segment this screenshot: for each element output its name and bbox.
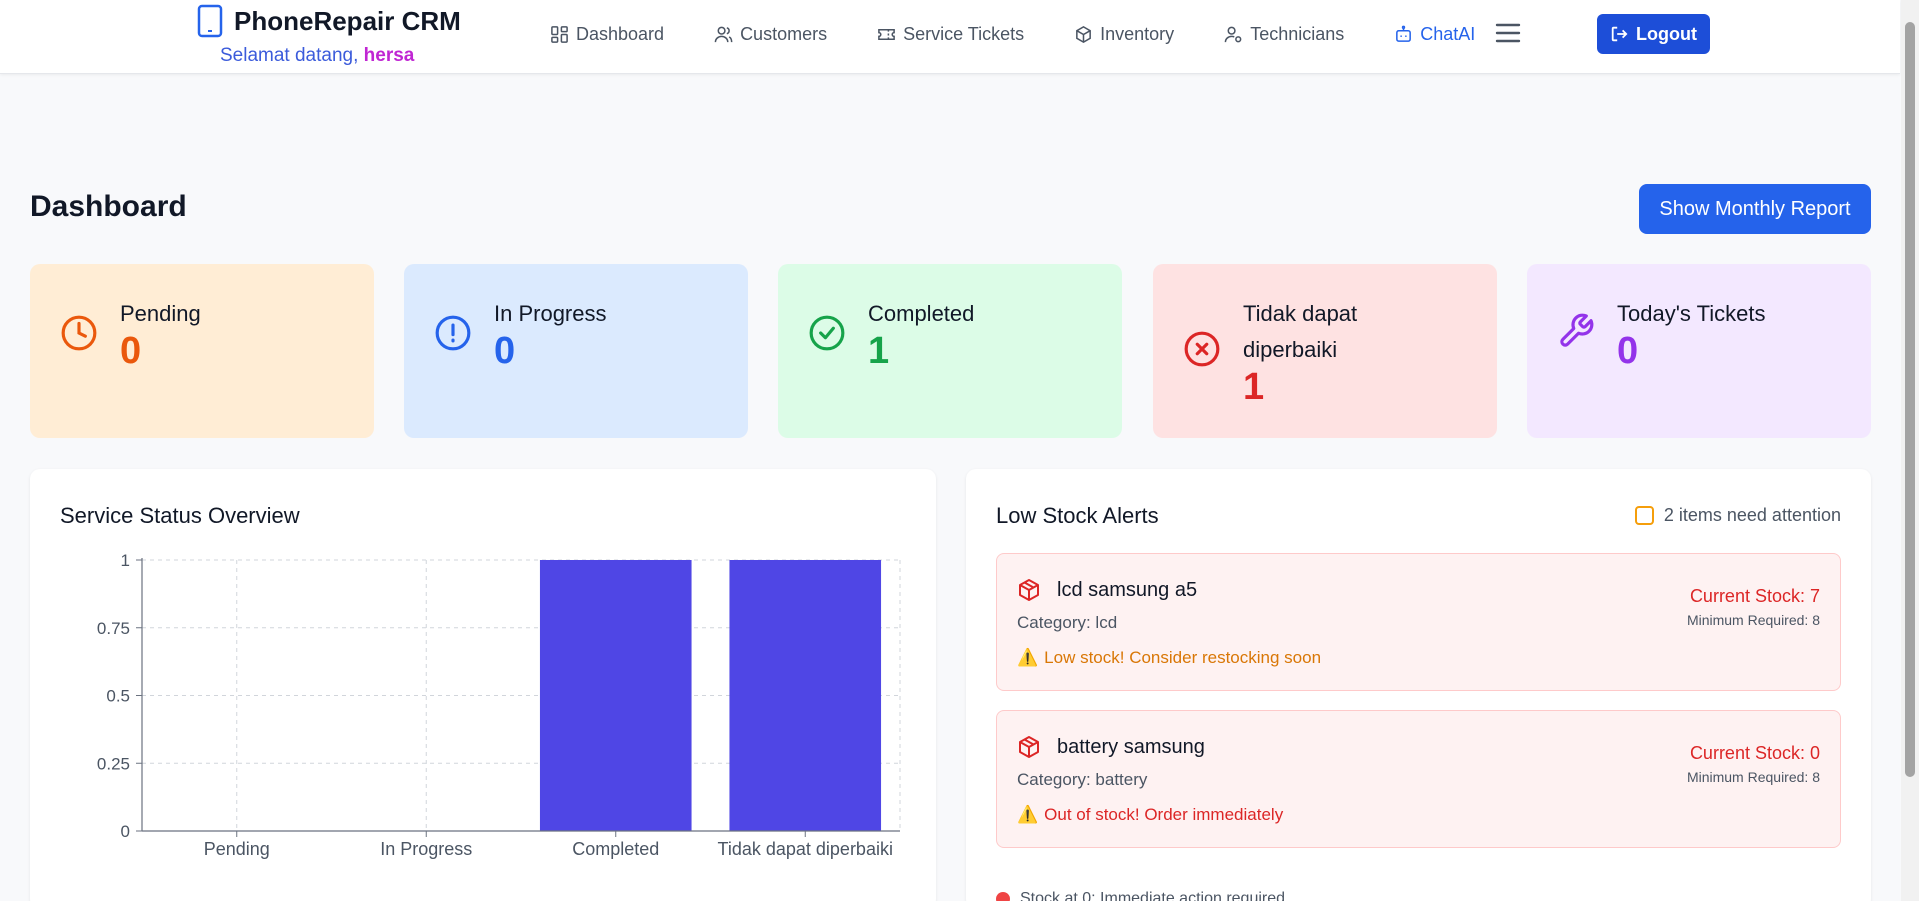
- current-stock: Current Stock: 0: [1689, 743, 1820, 763]
- user-gear-icon: [1224, 26, 1242, 43]
- panel-title: Low Stock Alerts: [996, 503, 1159, 528]
- current-stock: Current Stock: 7: [1689, 586, 1820, 606]
- low-stock-panel: Low Stock Alerts 2 items need attention …: [966, 469, 1871, 901]
- x-tick-label: Pending: [204, 839, 270, 859]
- item-name: lcd samsung a5: [1057, 579, 1198, 601]
- stock-legend-text: Stock at 0: Immediate action required: [1020, 890, 1286, 901]
- y-tick-label: 0.25: [97, 754, 130, 773]
- welcome-prefix: Selamat datang,: [220, 45, 359, 66]
- nav-dashboard[interactable]: Dashboard: [550, 24, 664, 45]
- warning-box-icon: [1634, 506, 1654, 525]
- package-icon: [1076, 26, 1092, 43]
- stat-card-pending: Pending 0: [30, 264, 374, 438]
- y-tick-label: 0: [121, 822, 130, 841]
- chart-bar: [729, 560, 882, 831]
- top-navbar: PhoneRepair CRM Selamat datang, hersa Da…: [0, 0, 1900, 74]
- attention-indicator: 2 items need attention: [1634, 505, 1841, 526]
- y-tick-label: 0.5: [106, 687, 130, 706]
- stock-legend: Stock at 0: Immediate action required: [996, 890, 1285, 901]
- nav-customers-label: Customers: [740, 24, 828, 44]
- logout-icon: [1611, 26, 1628, 42]
- nav-inventory-label: Inventory: [1100, 24, 1175, 44]
- nav-inventory[interactable]: Inventory: [1074, 24, 1174, 45]
- stat-card-in-progress: In Progress 0: [404, 264, 748, 438]
- y-tick-label: 0.75: [97, 619, 130, 638]
- clock-icon: [61, 315, 97, 351]
- scrollbar-thumb[interactable]: [1905, 22, 1915, 777]
- show-monthly-report-button[interactable]: Show Monthly Report: [1639, 184, 1871, 234]
- username: hersa: [363, 45, 415, 66]
- nav-chatai-label: ChatAI: [1420, 24, 1476, 44]
- stat-card-tidak-dapat-diperbaiki: Tidak dapat diperbaiki 1: [1153, 264, 1497, 438]
- nav-chatai[interactable]: ChatAI: [1394, 24, 1475, 45]
- package-icon: [1019, 579, 1039, 601]
- logout-button[interactable]: Logout: [1597, 14, 1710, 54]
- item-warning-text: Low stock! Consider restocking soon: [1044, 648, 1322, 667]
- item-warning: ⚠️ Low stock! Consider restocking soon: [1017, 648, 1321, 668]
- y-tick-label: 1: [121, 551, 130, 570]
- service-status-panel: Service Status Overview 0 0.25 0.5 0.75 1 Pen…: [30, 469, 936, 901]
- stat-label: Pending: [120, 301, 201, 326]
- item-category: Category: lcd: [1017, 613, 1118, 632]
- stat-value: 1: [1243, 366, 1265, 408]
- item-warning-text: Out of stock! Order immediately: [1044, 805, 1284, 824]
- hamburger-menu-icon[interactable]: [1495, 22, 1521, 44]
- service-status-chart: 0 0.25 0.5 0.75 1 Pending In Progress Completed…: [97, 551, 901, 859]
- dashboard-grid-icon: [551, 26, 568, 43]
- warning-icon: ⚠️: [1017, 805, 1039, 824]
- item-name: battery samsung: [1057, 736, 1205, 758]
- x-tick-label: Tidak dapat diperbaiki: [718, 839, 893, 859]
- vertical-scrollbar[interactable]: [1901, 0, 1919, 901]
- chart-bar: [539, 560, 692, 831]
- nav-service-tickets[interactable]: Service Tickets: [877, 24, 1024, 45]
- nav-technicians[interactable]: Technicians: [1224, 24, 1344, 45]
- stat-label: Today's Tickets: [1617, 301, 1766, 326]
- nav-dashboard-label: Dashboard: [576, 24, 665, 44]
- warning-icon: ⚠️: [1017, 648, 1039, 667]
- x-tick-label: In Progress: [380, 839, 472, 859]
- stock-alert-item[interactable]: battery samsung Category: battery ⚠️ Out…: [996, 710, 1841, 848]
- red-dot-icon: [996, 892, 1010, 901]
- bot-icon: [1396, 25, 1412, 42]
- item-warning: ⚠️ Out of stock! Order immediately: [1017, 805, 1283, 825]
- stat-value: 0: [120, 330, 142, 372]
- attention-text: 2 items need attention: [1663, 505, 1841, 525]
- stat-value: 1: [868, 330, 890, 372]
- app-name: PhoneRepair CRM: [234, 5, 461, 36]
- stat-label: In Progress: [494, 301, 607, 326]
- page-title: Dashboard: [30, 190, 187, 223]
- stat-label: Tidak dapat diperbaiki: [1243, 301, 1358, 362]
- stat-value: 0: [494, 330, 516, 372]
- stock-alert-item[interactable]: lcd samsung a5 Category: lcd ⚠️ Low stoc…: [996, 553, 1841, 691]
- check-circle-icon: [809, 315, 845, 351]
- stat-card-todays-tickets: Today's Tickets 0: [1527, 264, 1871, 438]
- brand[interactable]: PhoneRepair CRM: [196, 4, 461, 38]
- alert-circle-icon: [435, 315, 471, 351]
- nav-service-tickets-label: Service Tickets: [903, 24, 1025, 44]
- phone-icon: [197, 4, 223, 38]
- x-tick-label: Completed: [572, 839, 659, 859]
- nav-technicians-label: Technicians: [1250, 24, 1345, 44]
- minimum-required: Minimum Required: 8: [1686, 612, 1820, 628]
- users-icon: [714, 26, 733, 43]
- stat-value: 0: [1617, 330, 1639, 372]
- logout-label: Logout: [1636, 23, 1697, 44]
- nav-customers[interactable]: Customers: [714, 24, 827, 45]
- item-category: Category: battery: [1017, 770, 1148, 789]
- stat-card-completed: Completed 1: [778, 264, 1122, 438]
- welcome-message: Selamat datang, hersa: [220, 45, 414, 67]
- ticket-icon: [878, 28, 895, 41]
- minimum-required: Minimum Required: 8: [1686, 769, 1820, 785]
- main-nav: Dashboard Customers Service Tickets Inve…: [550, 24, 1525, 45]
- wrench-icon: [1560, 313, 1594, 347]
- stat-label: Completed: [868, 301, 975, 326]
- package-icon: [1019, 736, 1039, 758]
- x-circle-icon: [1184, 331, 1220, 367]
